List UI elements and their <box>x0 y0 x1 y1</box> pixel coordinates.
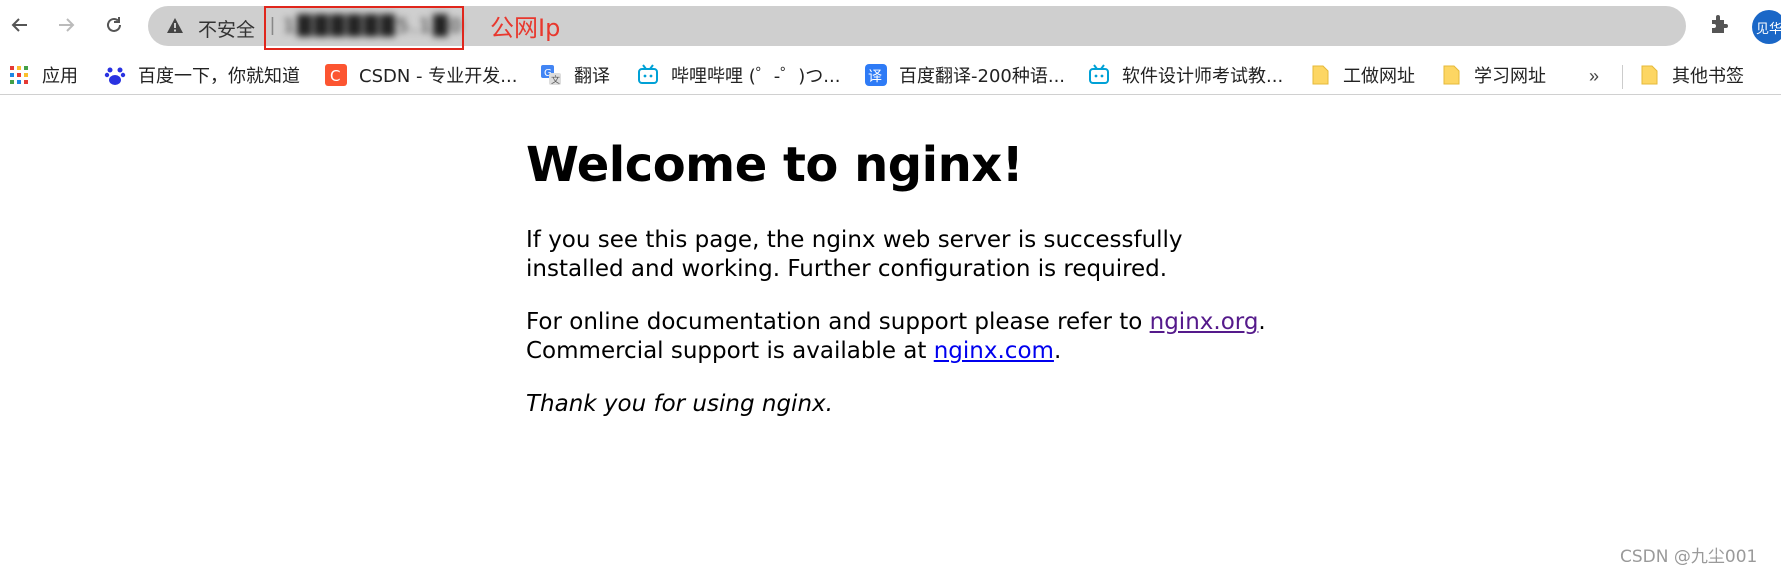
warning-icon[interactable] <box>166 17 184 35</box>
bookmark-exam[interactable]: 软件设计师考试教... <box>1088 61 1283 89</box>
bookmark-label: 应用 <box>42 66 78 87</box>
svg-text:文: 文 <box>551 74 560 86</box>
url-highlight-box <box>264 6 464 50</box>
nginx-com-link[interactable]: nginx.com <box>934 338 1054 364</box>
commercial-period: . <box>1053 338 1062 364</box>
bookmark-bilibili[interactable]: 哔哩哔哩 (゜-゜)つ... <box>637 61 840 89</box>
bookmark-apps[interactable]: 应用 <box>8 61 78 89</box>
bookmark-label: 工做网址 <box>1343 66 1415 87</box>
bookmark-label: CSDN - 专业开发... <box>359 66 518 87</box>
docs-period: . <box>1258 309 1266 335</box>
bilibili-icon <box>637 64 659 86</box>
bookmark-folder-other[interactable]: 其他书签 <box>1638 61 1744 89</box>
watermark: CSDN @九尘001 <box>1620 547 1758 567</box>
bookmark-label: 哔哩哔哩 (゜-゜)つ... <box>671 66 841 87</box>
reload-button[interactable] <box>98 9 130 41</box>
docs-text: For online documentation and support ple… <box>526 309 1150 335</box>
bookmarks-bar: 应用 百度一下，你就知道 C CSDN - 专业开发... G文 翻译 哔哩哔哩… <box>0 57 1781 95</box>
bookmark-label: 软件设计师考试教... <box>1122 66 1284 87</box>
nginx-org-link[interactable]: nginx.org <box>1150 309 1259 335</box>
apps-grid-icon <box>8 64 30 86</box>
bilibili-icon <box>1088 64 1110 86</box>
bookmark-translate[interactable]: G文 翻译 <box>540 61 610 89</box>
bookmark-folder-work[interactable]: 工做网址 <box>1309 61 1415 89</box>
baidu-icon <box>104 64 126 86</box>
forward-button[interactable] <box>50 9 82 41</box>
thank-you-message: Thank you for using nginx. <box>526 391 833 417</box>
back-button[interactable] <box>4 9 36 41</box>
svg-text:C: C <box>330 67 340 85</box>
security-label[interactable]: 不安全 <box>198 15 255 42</box>
docs-paragraph: For online documentation and support ple… <box>526 308 1286 366</box>
arrow-left-icon <box>11 18 27 32</box>
bookmark-label: 百度翻译-200种语... <box>899 66 1066 87</box>
csdn-icon: C <box>325 64 347 86</box>
baidu-translate-icon: 译 <box>865 64 887 86</box>
extensions-puzzle-icon[interactable] <box>1708 12 1732 36</box>
browser-toolbar: 不安全 | 1██████5.1█0 公网Ip 见华 <box>0 0 1781 52</box>
bookmark-csdn[interactable]: C CSDN - 专业开发... <box>325 61 517 89</box>
reload-icon <box>107 17 121 32</box>
folder-icon <box>1638 64 1660 86</box>
bookmark-label: 百度一下，你就知道 <box>138 66 300 87</box>
page-title: Welcome to nginx! <box>526 137 1024 193</box>
profile-avatar[interactable]: 见华 <box>1752 10 1781 44</box>
page-content: Welcome to nginx! If you see this page, … <box>526 137 1286 417</box>
folder-icon <box>1440 64 1462 86</box>
bookmark-label: 其他书签 <box>1672 66 1744 87</box>
url-annotation: 公网Ip <box>490 14 561 42</box>
arrow-right-icon <box>59 18 75 32</box>
folder-icon <box>1309 64 1331 86</box>
google-translate-icon: G文 <box>540 64 562 86</box>
bookmarks-divider <box>1622 65 1623 89</box>
svg-text:译: 译 <box>868 69 882 85</box>
bookmark-baidu-translate[interactable]: 译 百度翻译-200种语... <box>865 61 1065 89</box>
bookmarks-overflow-button[interactable]: » <box>1589 66 1599 87</box>
bookmark-baidu[interactable]: 百度一下，你就知道 <box>104 61 300 89</box>
bookmark-label: 学习网址 <box>1474 66 1546 87</box>
bookmark-label: 翻译 <box>574 66 610 87</box>
install-message: If you see this page, the nginx web serv… <box>526 227 1183 282</box>
commercial-text: Commercial support is available at <box>526 338 934 364</box>
bookmark-folder-study[interactable]: 学习网址 <box>1440 61 1546 89</box>
